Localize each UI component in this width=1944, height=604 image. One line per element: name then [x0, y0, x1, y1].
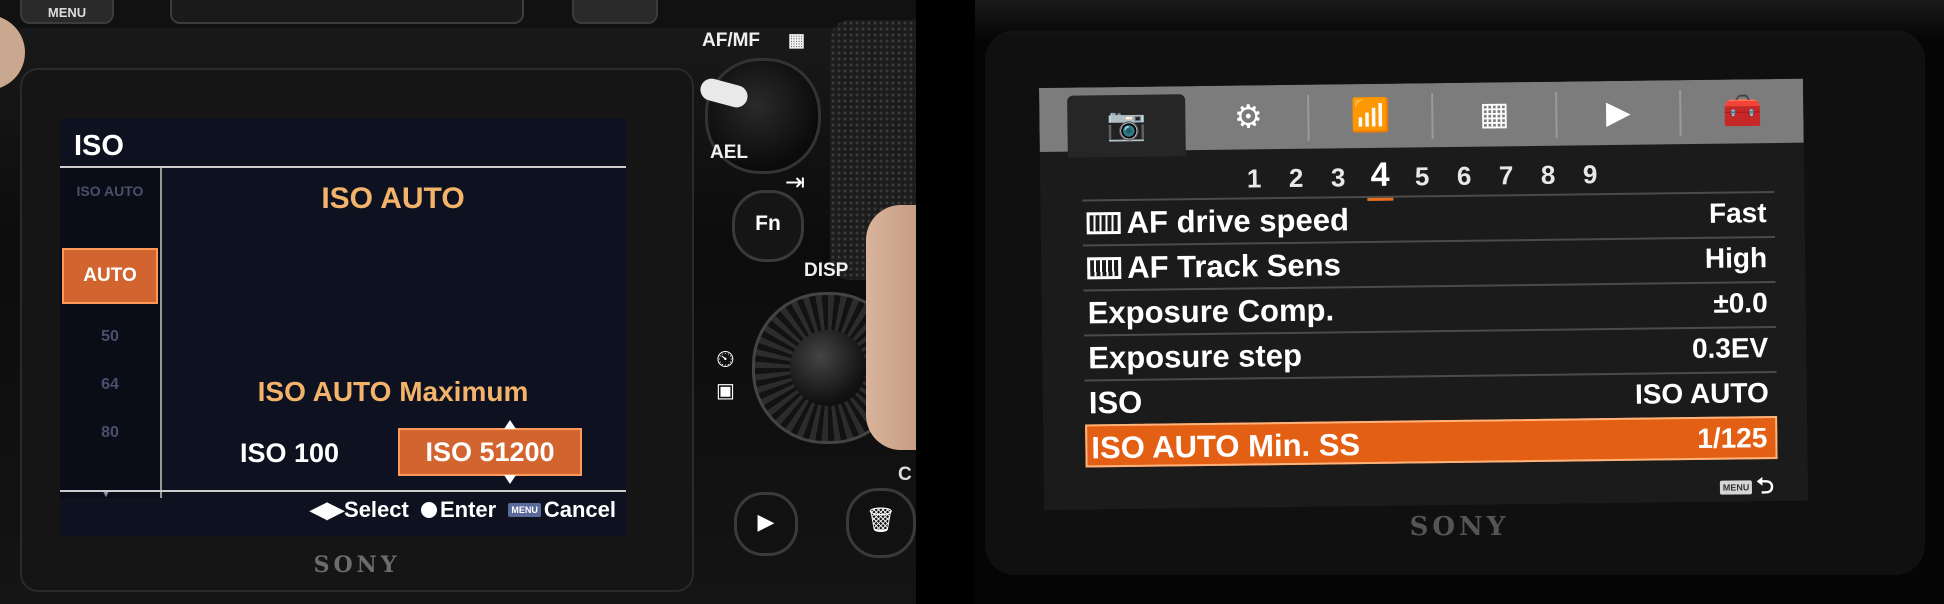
tab-divider — [1431, 93, 1434, 140]
menu-screen: 📷 ⚙ 📶 ▦ ▶ 🧰 123456789 AF drive speed Fas… — [1039, 78, 1809, 510]
iso-value-list: ISO AUTO AUTO 50 64 80 ▼ — [60, 168, 162, 500]
increase-arrow-icon[interactable] — [504, 420, 516, 429]
divider — [60, 490, 626, 492]
self-timer-icon: ⏲ — [716, 346, 735, 373]
page-8[interactable]: 8 — [1527, 160, 1569, 192]
menu-row-label: ISO AUTO Min. SS — [1091, 427, 1361, 466]
iso-auto-heading: ISO AUTO — [321, 182, 465, 215]
page-5[interactable]: 5 — [1401, 161, 1443, 193]
page-7[interactable]: 7 — [1485, 160, 1527, 192]
page-3[interactable]: 3 — [1317, 162, 1359, 194]
wireless-icon[interactable]: 📶 — [1311, 85, 1430, 146]
menu-row-label-text: AF Track Sens — [1126, 247, 1342, 285]
tab-divider — [1679, 90, 1682, 137]
disp-label: DISP — [804, 260, 849, 281]
center-button[interactable] — [790, 330, 866, 406]
menu-badge-icon: MENU — [1719, 480, 1753, 495]
menu-tab-bar: 📷 ⚙ 📶 ▦ ▶ 🧰 — [1039, 78, 1804, 158]
back-arrow-icon: ⮌ — [1756, 473, 1775, 499]
top-edge — [975, 0, 1944, 40]
menu-row-value: ±0.0 — [1713, 287, 1768, 319]
menu-button[interactable]: MENU — [20, 0, 114, 24]
menu-row-value: Fast — [1708, 197, 1767, 229]
decrease-arrow-icon[interactable] — [504, 475, 516, 484]
menu-row-iso-auto-min-ss[interactable]: ISO AUTO Min. SS 1/125 — [1085, 416, 1778, 468]
play-icon[interactable]: ▶ — [734, 492, 798, 556]
iso-menu-screen: ISO ISO AUTO AUTO 50 64 80 ▼ ISO AUTO IS… — [60, 118, 626, 536]
page-2[interactable]: 2 — [1275, 163, 1317, 195]
guide-select: Select — [344, 497, 409, 523]
iso-option-80[interactable]: 80 — [68, 424, 152, 442]
c2-button[interactable] — [572, 0, 658, 24]
iso-minimum-value[interactable]: ISO 100 — [240, 438, 339, 469]
menu-row-label-text: AF drive speed — [1126, 202, 1350, 240]
iso-maximum-value[interactable]: ISO 51200 — [398, 420, 582, 484]
menu-row-value: 1/125 — [1697, 422, 1768, 454]
settings-list: AF drive speed Fast AF Track Sens High E… — [1082, 191, 1778, 468]
top-panel — [170, 0, 524, 24]
fn-button[interactable]: Fn — [732, 190, 804, 262]
menu-row-label: Exposure Comp. — [1087, 292, 1335, 331]
brand-logo: SONY — [313, 552, 401, 578]
menu-button-label: MENU — [47, 5, 87, 20]
scroll-down-icon[interactable]: ▼ — [100, 486, 112, 500]
iso-option-50[interactable]: 50 — [68, 328, 152, 346]
gear-icon[interactable]: ⚙ — [1189, 87, 1308, 148]
screen-title: ISO — [74, 130, 124, 162]
tab-divider — [1307, 94, 1310, 141]
menu-row-label: Exposure step — [1088, 337, 1303, 376]
movie-film-icon — [1086, 212, 1121, 235]
guide-cancel: Cancel — [543, 497, 616, 523]
iso-option-iso-auto[interactable]: ISO AUTO — [68, 184, 152, 199]
brand-logo: SONY — [1409, 512, 1510, 542]
enter-icon: ⇥ — [785, 169, 806, 196]
select-arrows-icon: ◀▶ — [310, 497, 345, 523]
enter-dot-icon — [420, 502, 437, 519]
menu-row-label: AF drive speed — [1086, 202, 1349, 241]
right-camera-panel: SONY 📷 ⚙ 📶 ▦ ▶ 🧰 123456789 AF drive spee… — [975, 0, 1944, 604]
menu-row-value: ISO AUTO — [1634, 377, 1769, 410]
menu-row-value: High — [1704, 242, 1768, 274]
focus-area-icon: ▦ — [788, 30, 806, 50]
menu-badge-icon: MENU — [508, 503, 541, 518]
toolbox-icon[interactable]: 🧰 — [1683, 81, 1802, 142]
c-label: C — [898, 464, 912, 485]
page-1[interactable]: 1 — [1233, 163, 1275, 195]
trash-icon[interactable]: 🗑 — [846, 488, 916, 558]
menu-row-value: 0.3EV — [1691, 332, 1769, 365]
button-guide: ◀▶Select Enter MENU Cancel — [310, 496, 616, 523]
apps-icon[interactable]: ▦ — [1435, 84, 1554, 145]
tab-divider — [1555, 91, 1558, 138]
ael-label: AEL — [710, 142, 748, 163]
iso-maximum-value-text: ISO 51200 — [425, 437, 555, 467]
iso-option-auto[interactable]: AUTO — [62, 248, 158, 304]
camera-icon[interactable]: 📷 — [1067, 94, 1186, 158]
menu-row-label: ISO — [1088, 384, 1143, 421]
playback-icon[interactable]: ▶ — [1559, 82, 1678, 143]
iso-auto-maximum-heading: ISO AUTO Maximum — [257, 376, 529, 407]
movie-film-icon — [1087, 257, 1122, 280]
page-4-active[interactable]: 4 — [1359, 156, 1401, 196]
menu-row-label: AF Track Sens — [1087, 247, 1341, 286]
drive-mode-icon: ▣ — [716, 380, 735, 402]
page-9[interactable]: 9 — [1569, 159, 1611, 191]
iso-option-64[interactable]: 64 — [68, 376, 152, 394]
finger — [866, 205, 916, 450]
afmf-label: AF/MF — [702, 30, 761, 51]
page-6[interactable]: 6 — [1443, 161, 1485, 193]
guide-enter: Enter — [439, 497, 497, 523]
left-camera-panel: MENU SONY ISO ISO AUTO AUTO 50 64 80 ▼ I… — [0, 0, 916, 604]
